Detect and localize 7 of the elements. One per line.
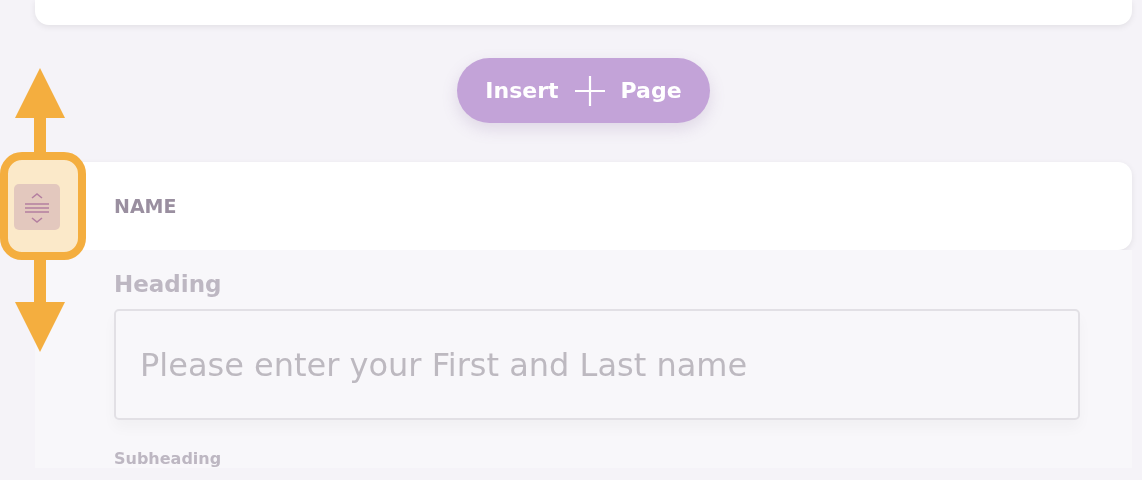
field-label: Heading <box>114 272 223 298</box>
plus-icon <box>572 73 607 108</box>
insert-page-button[interactable]: Insert Page <box>457 58 710 123</box>
field-label: Subheading <box>114 450 223 468</box>
section-title: NAME <box>114 195 177 217</box>
drag-handle-drawing[interactable] <box>0 68 86 352</box>
input-field[interactable]: Please enter your First and Last name <box>114 309 1080 421</box>
